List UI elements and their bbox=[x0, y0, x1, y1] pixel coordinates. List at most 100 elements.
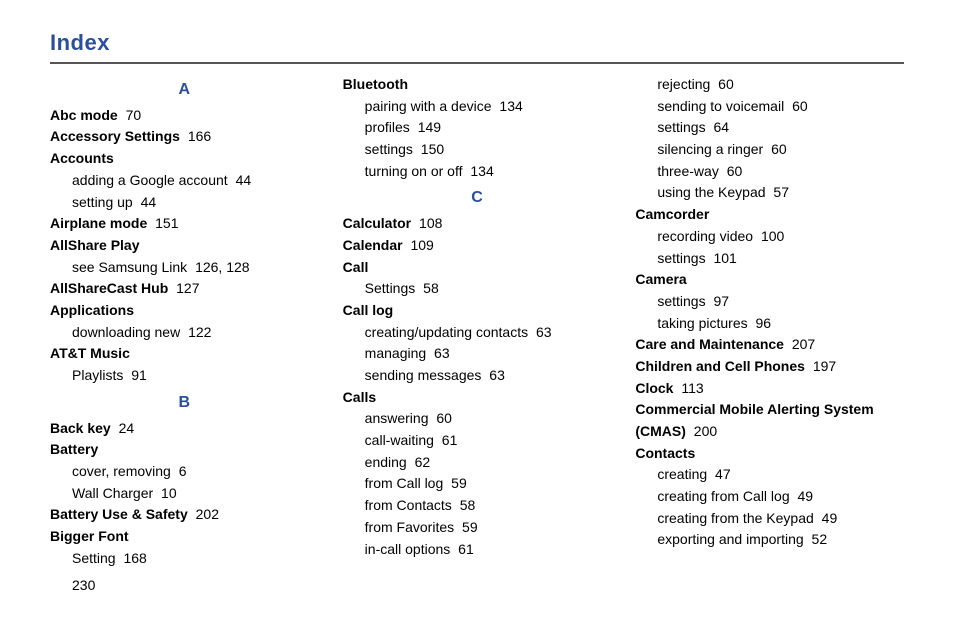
applications-downloading-new: downloading new 122 bbox=[50, 322, 319, 344]
calls-rejecting-page: 60 bbox=[714, 76, 733, 92]
calls-answering-page: 60 bbox=[433, 410, 452, 426]
contacts-from-call-log: creating from Call log 49 bbox=[635, 486, 904, 508]
bluetooth-settings-page: 150 bbox=[417, 141, 444, 157]
call-log-messages: sending messages 63 bbox=[343, 365, 612, 387]
calls-settings-label: settings bbox=[657, 119, 705, 135]
allsharecast-hub-label: AllShareCast Hub bbox=[50, 280, 168, 296]
allsharecast-hub-page: 127 bbox=[172, 280, 199, 296]
battery-label: Battery bbox=[50, 441, 98, 457]
camera-settings: settings 97 bbox=[635, 291, 904, 313]
calls-three-way: three-way 60 bbox=[635, 161, 904, 183]
children-cell-phones-page: 197 bbox=[809, 358, 836, 374]
applications: Applications bbox=[50, 300, 319, 322]
index-col-3: rejecting 60sending to voicemail 60setti… bbox=[635, 74, 904, 597]
battery-cover-removing-label: cover, removing bbox=[72, 463, 171, 479]
index-col-1: AAbc mode 70Accessory Settings 166Accoun… bbox=[50, 74, 319, 597]
accounts-add-google-label: adding a Google account bbox=[72, 172, 228, 188]
att-music: AT&T Music bbox=[50, 343, 319, 365]
calls-call-waiting: call-waiting 61 bbox=[343, 430, 612, 452]
bluetooth-pairing-page: 134 bbox=[496, 98, 523, 114]
abc-mode: Abc mode 70 bbox=[50, 105, 319, 127]
accounts-add-google: adding a Google account 44 bbox=[50, 170, 319, 192]
camera: Camera bbox=[635, 269, 904, 291]
battery-use-safety-page: 202 bbox=[192, 506, 219, 522]
cmas-label: Commercial Mobile Alerting System (CMAS) bbox=[635, 401, 873, 439]
calls-from-call-log-label: from Call log bbox=[365, 475, 444, 491]
calls-from-contacts: from Contacts 58 bbox=[343, 495, 612, 517]
bluetooth-label: Bluetooth bbox=[343, 76, 408, 92]
call-log-messages-page: 63 bbox=[485, 367, 504, 383]
bigger-font-setting-label: Setting bbox=[72, 550, 116, 566]
clock-page: 113 bbox=[677, 380, 703, 396]
calls-in-call-options-page: 61 bbox=[454, 541, 473, 557]
call-log: Call log bbox=[343, 300, 612, 322]
bluetooth-settings-label: settings bbox=[365, 141, 413, 157]
allshare-see-samsung-link-label: see Samsung Link bbox=[72, 259, 187, 275]
bluetooth-toggle: turning on or off 134 bbox=[343, 161, 612, 183]
calls-answering: answering 60 bbox=[343, 408, 612, 430]
calls-keypad-label: using the Keypad bbox=[657, 184, 765, 200]
battery-wall-charger-label: Wall Charger bbox=[72, 485, 153, 501]
call-settings-page: 58 bbox=[419, 280, 438, 296]
section-b: B bbox=[50, 391, 319, 416]
back-key-page: 24 bbox=[115, 420, 134, 436]
battery-use-safety-label: Battery Use & Safety bbox=[50, 506, 188, 522]
calls-three-way-label: three-way bbox=[657, 163, 718, 179]
cmas-page: 200 bbox=[690, 423, 717, 439]
calendar-label: Calendar bbox=[343, 237, 403, 253]
calls-answering-label: answering bbox=[365, 410, 429, 426]
calls-voicemail-label: sending to voicemail bbox=[657, 98, 784, 114]
calls-from-call-log: from Call log 59 bbox=[343, 473, 612, 495]
calculator: Calculator 108 bbox=[343, 213, 612, 235]
bluetooth-pairing: pairing with a device 134 bbox=[343, 96, 612, 118]
call-log-label: Call log bbox=[343, 302, 394, 318]
att-music-label: AT&T Music bbox=[50, 345, 130, 361]
battery-wall-charger-page: 10 bbox=[157, 485, 176, 501]
calls-rejecting-label: rejecting bbox=[657, 76, 710, 92]
contacts-export-import-label: exporting and importing bbox=[657, 531, 803, 547]
care-maintenance-page: 207 bbox=[788, 336, 815, 352]
contacts: Contacts bbox=[635, 443, 904, 465]
accessory-settings: Accessory Settings 166 bbox=[50, 126, 319, 148]
children-cell-phones-label: Children and Cell Phones bbox=[635, 358, 805, 374]
calls-settings: settings 64 bbox=[635, 117, 904, 139]
calls-in-call-options: in-call options 61 bbox=[343, 539, 612, 561]
allshare-see-samsung-link-page: 126, 128 bbox=[191, 259, 249, 275]
calls: Calls bbox=[343, 387, 612, 409]
calls-keypad: using the Keypad 57 bbox=[635, 182, 904, 204]
camcorder-recording: recording video 100 bbox=[635, 226, 904, 248]
calls-ending-label: ending bbox=[365, 454, 407, 470]
bluetooth-profiles-label: profiles bbox=[365, 119, 410, 135]
bluetooth-toggle-page: 134 bbox=[466, 163, 493, 179]
calls-from-favorites-label: from Favorites bbox=[365, 519, 454, 535]
bigger-font-setting-page: 168 bbox=[120, 550, 147, 566]
camera-settings-page: 97 bbox=[710, 293, 729, 309]
call-label: Call bbox=[343, 259, 369, 275]
allsharecast-hub: AllShareCast Hub 127 bbox=[50, 278, 319, 300]
calls-label: Calls bbox=[343, 389, 376, 405]
camcorder-recording-label: recording video bbox=[657, 228, 753, 244]
allshare-play: AllShare Play bbox=[50, 235, 319, 257]
allshare-see-samsung-link: see Samsung Link 126, 128 bbox=[50, 257, 319, 279]
care-maintenance-label: Care and Maintenance bbox=[635, 336, 784, 352]
contacts-creating: creating 47 bbox=[635, 464, 904, 486]
battery-cover-removing: cover, removing 6 bbox=[50, 461, 319, 483]
camcorder-settings-page: 101 bbox=[710, 250, 737, 266]
calls-from-favorites-page: 59 bbox=[458, 519, 477, 535]
calls-silencing-ringer-page: 60 bbox=[767, 141, 786, 157]
calls-voicemail-page: 60 bbox=[788, 98, 807, 114]
calls-ending: ending 62 bbox=[343, 452, 612, 474]
back-key-label: Back key bbox=[50, 420, 111, 436]
applications-label: Applications bbox=[50, 302, 134, 318]
calls-rejecting: rejecting 60 bbox=[635, 74, 904, 96]
airplane-mode-page: 151 bbox=[151, 215, 178, 231]
calendar-page: 109 bbox=[407, 237, 434, 253]
index-col-2: Bluetoothpairing with a device 134profil… bbox=[343, 74, 612, 597]
page-title: Index bbox=[50, 30, 904, 56]
battery-cover-removing-page: 6 bbox=[175, 463, 187, 479]
bluetooth-pairing-label: pairing with a device bbox=[365, 98, 492, 114]
calls-call-waiting-page: 61 bbox=[438, 432, 457, 448]
contacts-export-import: exporting and importing 52 bbox=[635, 529, 904, 551]
care-maintenance: Care and Maintenance 207 bbox=[635, 334, 904, 356]
calendar: Calendar 109 bbox=[343, 235, 612, 257]
